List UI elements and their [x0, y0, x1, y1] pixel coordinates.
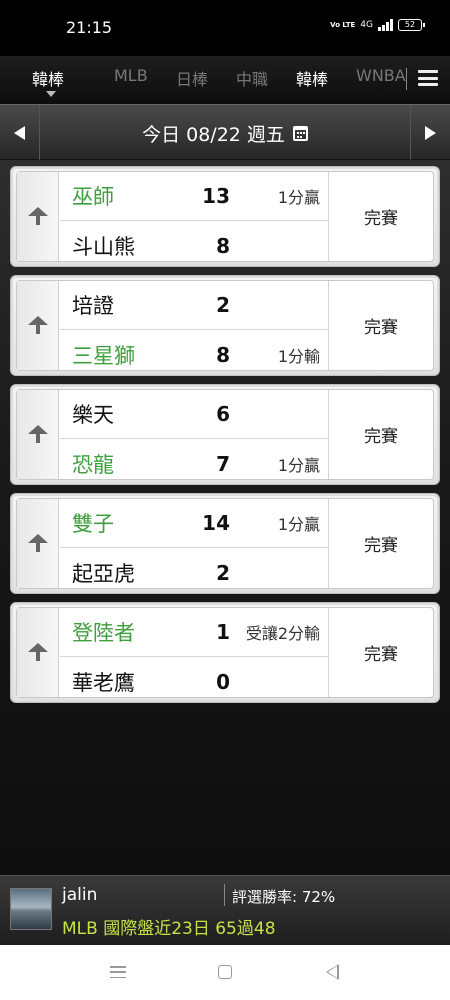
team-name: 華老鷹: [72, 670, 135, 695]
team-name: 斗山熊: [72, 234, 135, 259]
recent-apps-icon[interactable]: [110, 966, 126, 978]
up-arrow-icon: [26, 315, 50, 336]
expand-button[interactable]: [17, 390, 59, 479]
expand-button[interactable]: [17, 172, 59, 261]
back-icon[interactable]: [326, 964, 339, 980]
team-row: 登陸者 1 受讓2分輸: [60, 608, 328, 657]
team-row: 華老鷹 0: [60, 657, 328, 706]
team-score: 2: [216, 293, 230, 317]
game-card[interactable]: 雙子 14 1分贏 起亞虎 2 完賽: [10, 493, 440, 594]
team-name: 恐龍: [72, 452, 114, 477]
league-tab-bar: 韓棒 MLB 日棒 中職 韓棒 WNBA: [0, 56, 450, 104]
up-arrow-icon: [26, 206, 50, 227]
user-record: MLB 國際盤近23日 65過48: [62, 919, 276, 939]
game-status: 完賽: [328, 499, 433, 588]
team-row: 起亞虎 2: [60, 548, 328, 597]
team-score: 0: [216, 669, 230, 694]
team-row: 培證 2: [60, 281, 328, 330]
team-row: 斗山熊 8: [60, 221, 328, 270]
date-selector[interactable]: 今日 08/22 週五: [40, 105, 410, 161]
calendar-icon: [292, 125, 308, 141]
user-name: jalin: [62, 885, 98, 905]
team-score: 8: [216, 342, 230, 367]
network-type: 4G: [360, 20, 373, 30]
game-status: 完賽: [328, 172, 433, 261]
up-arrow-icon: [26, 642, 50, 663]
team-score: 13: [202, 184, 230, 208]
bet-result: 1分贏: [277, 455, 320, 475]
games-list: 巫師 13 1分贏 斗山熊 8 完賽 培證 2 三星獅 8 1分輸 完賽 樂天 …: [0, 160, 450, 875]
status-bar: 21:15 Vo LTE 4G 52: [0, 0, 450, 56]
tab-kbo[interactable]: 韓棒: [32, 66, 64, 90]
left-arrow-icon: [14, 126, 25, 140]
game-card[interactable]: 巫師 13 1分贏 斗山熊 8 完賽: [10, 166, 440, 267]
win-rate: 評選勝率: 72%: [232, 888, 336, 906]
avatar[interactable]: [10, 888, 52, 930]
next-day-button[interactable]: [410, 105, 450, 161]
tab-divider: [406, 68, 407, 90]
expand-button[interactable]: [17, 281, 59, 370]
user-divider: [224, 884, 225, 906]
team-name: 巫師: [72, 185, 114, 209]
bet-result: 1分贏: [277, 515, 320, 534]
team-row: 恐龍 7 1分贏: [60, 439, 328, 488]
team-name: 雙子: [72, 512, 114, 536]
date-label: 今日 08/22 週五: [142, 123, 285, 146]
game-status: 完賽: [328, 281, 433, 370]
bet-result: 受讓2分輸: [245, 624, 320, 643]
status-time: 21:15: [66, 18, 113, 37]
team-row: 雙子 14 1分贏: [60, 499, 328, 548]
game-card[interactable]: 樂天 6 恐龍 7 1分贏 完賽: [10, 384, 440, 485]
team-score: 7: [216, 451, 230, 476]
team-score: 6: [216, 402, 230, 426]
bet-result: 1分輸: [277, 346, 320, 366]
active-tab-caret-icon: [46, 91, 56, 97]
team-score: 1: [216, 620, 230, 644]
battery-icon: 52: [398, 19, 425, 31]
system-navigation-bar: [0, 945, 450, 1000]
team-row: 三星獅 8 1分輸: [60, 330, 328, 379]
volte-icon: Vo LTE: [330, 20, 356, 29]
home-icon[interactable]: [218, 965, 232, 979]
game-status: 完賽: [328, 608, 433, 697]
team-score: 8: [216, 233, 230, 258]
date-bar: 今日 08/22 週五: [0, 104, 450, 161]
up-arrow-icon: [26, 533, 50, 554]
hamburger-menu-icon[interactable]: [418, 68, 438, 88]
expand-button[interactable]: [17, 499, 59, 588]
user-summary-bar[interactable]: jalin 評選勝率: 72% MLB 國際盤近23日 65過48: [0, 875, 450, 945]
previous-day-button[interactable]: [0, 105, 40, 161]
team-name: 三星獅: [72, 343, 135, 368]
team-row: 樂天 6: [60, 390, 328, 439]
game-card[interactable]: 登陸者 1 受讓2分輸 華老鷹 0 完賽: [10, 602, 440, 703]
team-score: 14: [202, 511, 230, 535]
up-arrow-icon: [26, 424, 50, 445]
bet-result: 1分贏: [277, 188, 320, 207]
team-row: 巫師 13 1分贏: [60, 172, 328, 221]
expand-button[interactable]: [17, 608, 59, 697]
tab-cpbl[interactable]: 中職: [236, 66, 268, 90]
status-icons: Vo LTE 4G 52: [330, 19, 425, 31]
tab-kbo-2[interactable]: 韓棒: [296, 66, 328, 90]
team-name: 登陸者: [72, 621, 135, 645]
right-arrow-icon: [425, 126, 436, 140]
team-name: 培證: [72, 294, 114, 318]
team-name: 起亞虎: [72, 561, 135, 586]
game-card[interactable]: 培證 2 三星獅 8 1分輸 完賽: [10, 275, 440, 376]
signal-icon: [378, 19, 393, 31]
team-score: 2: [216, 560, 230, 585]
team-name: 樂天: [72, 403, 114, 427]
tab-mlb[interactable]: MLB: [114, 66, 148, 85]
tab-wnba[interactable]: WNBA: [356, 66, 406, 85]
game-status: 完賽: [328, 390, 433, 479]
tab-npb[interactable]: 日棒: [176, 66, 208, 90]
